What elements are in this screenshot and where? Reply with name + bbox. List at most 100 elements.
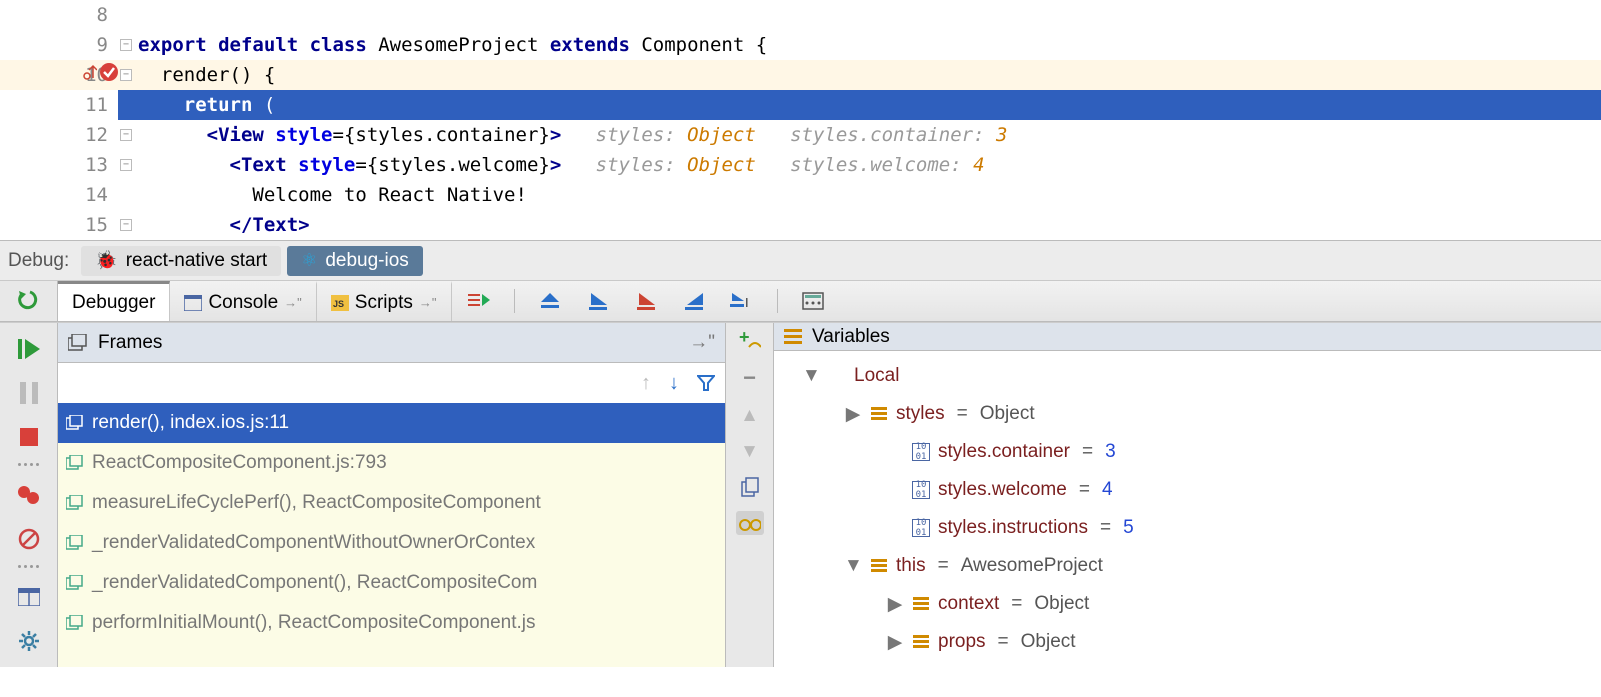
variable-row[interactable]: 1001styles.welcome=4 [778,471,1597,509]
stack-frame[interactable]: performInitialMount(), ReactCompositeCom… [58,603,725,643]
variable-row[interactable]: 1001styles.container=3 [778,433,1597,471]
frame-icon [64,615,86,631]
variable-name: Local [854,365,899,387]
resume-button[interactable] [9,327,49,371]
step-over-button[interactable] [537,288,563,314]
fold-toggle[interactable]: − [120,39,132,51]
settings-button[interactable] [9,619,49,663]
gutter-line[interactable]: 15 [0,210,118,240]
frame-filter-button[interactable] [697,374,715,392]
breakpoint-check-icon [99,62,119,82]
variables-panel: Variables ▼Local▶styles=Object1001styles… [774,323,1601,667]
variable-row[interactable]: ▶context=Object [778,585,1597,623]
gutter-line[interactable]: 11 [0,90,118,120]
watch-up-button[interactable]: ▲ [740,405,759,427]
gutter-line[interactable]: 13 [0,150,118,180]
stack-frame[interactable]: _renderValidatedComponentWithoutOwnerOrC… [58,523,725,563]
frame-next-button[interactable]: ↓ [669,372,679,395]
stack-frame[interactable]: render(), index.ios.js:11 [58,403,725,443]
variable-name: styles [896,403,945,425]
run-to-cursor-button[interactable]: I [729,288,755,314]
step-into-button[interactable] [585,288,611,314]
expand-toggle[interactable]: ▼ [802,365,820,387]
frame-prev-button[interactable]: ↑ [641,372,651,395]
watch-down-button[interactable]: ▼ [740,441,759,463]
stack-frame[interactable]: _renderValidatedComponent(), ReactCompos… [58,563,725,603]
mute-breakpoints-icon [18,528,40,550]
code-line[interactable]: Welcome to React Native! [118,180,1601,210]
debug-config-tab[interactable]: 🐞react-native start [81,246,281,276]
step-into-icon [587,291,609,311]
object-icon [870,405,888,423]
gutter-line[interactable]: 12 [0,120,118,150]
gutter-line[interactable]: 9 [0,30,118,60]
code-line[interactable]: return ( [118,90,1601,120]
frames-list[interactable]: render(), index.ios.js:11ReactCompositeC… [58,403,725,667]
stack-frame[interactable]: ReactCompositeComponent.js:793 [58,443,725,483]
breakpoints-icon [17,485,41,505]
expand-toggle[interactable]: ▶ [844,403,862,426]
code-line[interactable] [118,0,1601,30]
debug-config-tab[interactable]: ⚛debug-ios [287,246,423,276]
rerun-button[interactable] [0,281,58,321]
layout-button[interactable] [9,575,49,619]
stack-frame[interactable]: measureLifeCyclePerf(), ReactCompositeCo… [58,483,725,523]
variable-row[interactable]: ▼ Local [778,357,1597,395]
variable-row[interactable]: 1001styles.instructions=5 [778,509,1597,547]
debugger-tab-debugger[interactable]: Debugger [58,281,170,321]
filter-icon [697,374,715,392]
variable-row[interactable]: ▼this=AwesomeProject [778,547,1597,585]
variable-value: 3 [1105,441,1116,463]
mute-breakpoints-button[interactable] [9,517,49,561]
evaluate-expression-button[interactable] [800,288,826,314]
expand-toggle[interactable]: ▶ [886,593,904,616]
debugger-tab-console[interactable]: Console →" [170,281,316,321]
debug-label: Debug: [8,250,69,272]
gutter-line[interactable]: 14 [0,180,118,210]
fold-toggle[interactable]: − [120,219,132,231]
show-watches-button[interactable] [736,511,764,535]
remove-watch-button[interactable]: − [743,365,756,391]
fold-toggle[interactable]: − [120,69,132,81]
variables-toolbar: + − ▲ ▼ [726,323,774,667]
show-execution-point-button[interactable] [466,288,492,314]
resume-icon [18,337,40,361]
code-line[interactable]: − render() { [118,60,1601,90]
variables-tree[interactable]: ▼Local▶styles=Object1001styles.container… [774,351,1601,667]
number-icon: 1001 [912,443,930,461]
add-watch-button[interactable]: + [739,329,761,351]
expand-toggle[interactable]: ▶ [886,631,904,654]
debugger-tab-scripts[interactable]: JSScripts →" [317,281,452,321]
debug-config-bar: Debug: 🐞react-native start⚛debug-ios [0,240,1601,280]
frame-icon [64,495,86,511]
variable-row[interactable]: ▶props=Object [778,623,1597,661]
editor-code[interactable]: −export default class AwesomeProject ext… [118,0,1601,240]
add-watch-icon: + [739,329,761,351]
debug-sidebar [0,323,58,667]
variable-value: Object [980,403,1035,425]
gutter-line[interactable]: 10 [0,60,118,90]
variable-value: AwesomeProject [961,555,1103,577]
debugger-toolbar: DebuggerConsole →"JSScripts →" I [0,280,1601,322]
variable-row[interactable]: ▶styles=Object [778,395,1597,433]
expand-toggle[interactable]: ▼ [844,555,862,577]
step-out-button[interactable] [681,288,707,314]
pause-button[interactable] [9,371,49,415]
view-breakpoints-button[interactable] [9,473,49,517]
rerun-icon [18,290,40,312]
gutter-line[interactable]: 8 [0,0,118,30]
variable-value: 4 [1102,479,1113,501]
code-line[interactable]: − <View style={styles.container}> styles… [118,120,1601,150]
code-editor[interactable]: 89101112131415 −export default class Awe… [0,0,1601,240]
fold-toggle[interactable]: − [120,129,132,141]
fold-toggle[interactable]: − [120,159,132,171]
gear-icon [18,630,40,652]
code-line[interactable]: − </Text> [118,210,1601,240]
force-step-into-icon [635,291,657,311]
code-line[interactable]: − <Text style={styles.welcome}> styles: … [118,150,1601,180]
code-line[interactable]: −export default class AwesomeProject ext… [118,30,1601,60]
force-step-into-button[interactable] [633,288,659,314]
frames-more-icon[interactable]: →" [689,332,715,354]
copy-watch-button[interactable] [740,477,760,497]
stop-button[interactable] [9,415,49,459]
